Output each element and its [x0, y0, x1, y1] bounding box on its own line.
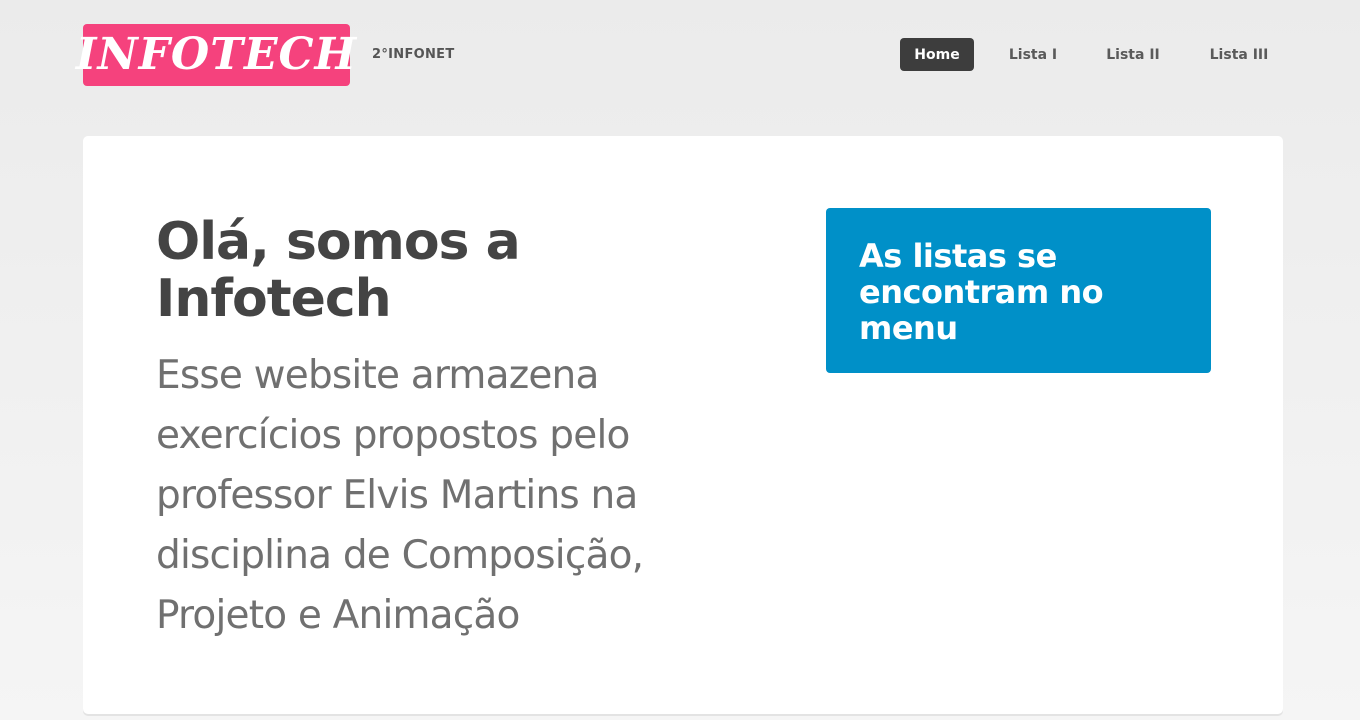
intro-panel: Olá, somos a Infotech Esse website armaz…	[83, 136, 1283, 714]
site-header: INFOTECH 2°INFONET Home Lista I Lista II…	[0, 0, 1360, 110]
page-description: Esse website armazena exercícios propost…	[156, 353, 644, 638]
nav-item-lista-i[interactable]: Lista I	[996, 38, 1070, 71]
page-headline: Olá, somos a Infotech	[156, 212, 521, 329]
lists-callout: As listas se encontram no menu	[826, 208, 1211, 373]
nav-item-lista-ii[interactable]: Lista II	[1094, 38, 1172, 71]
callout-text: As listas se encontram no menu	[859, 237, 1104, 347]
main-nav: Home Lista I Lista II Lista III	[0, 38, 1360, 71]
nav-item-home[interactable]: Home	[900, 38, 974, 71]
nav-item-lista-iii[interactable]: Lista III	[1196, 38, 1282, 71]
